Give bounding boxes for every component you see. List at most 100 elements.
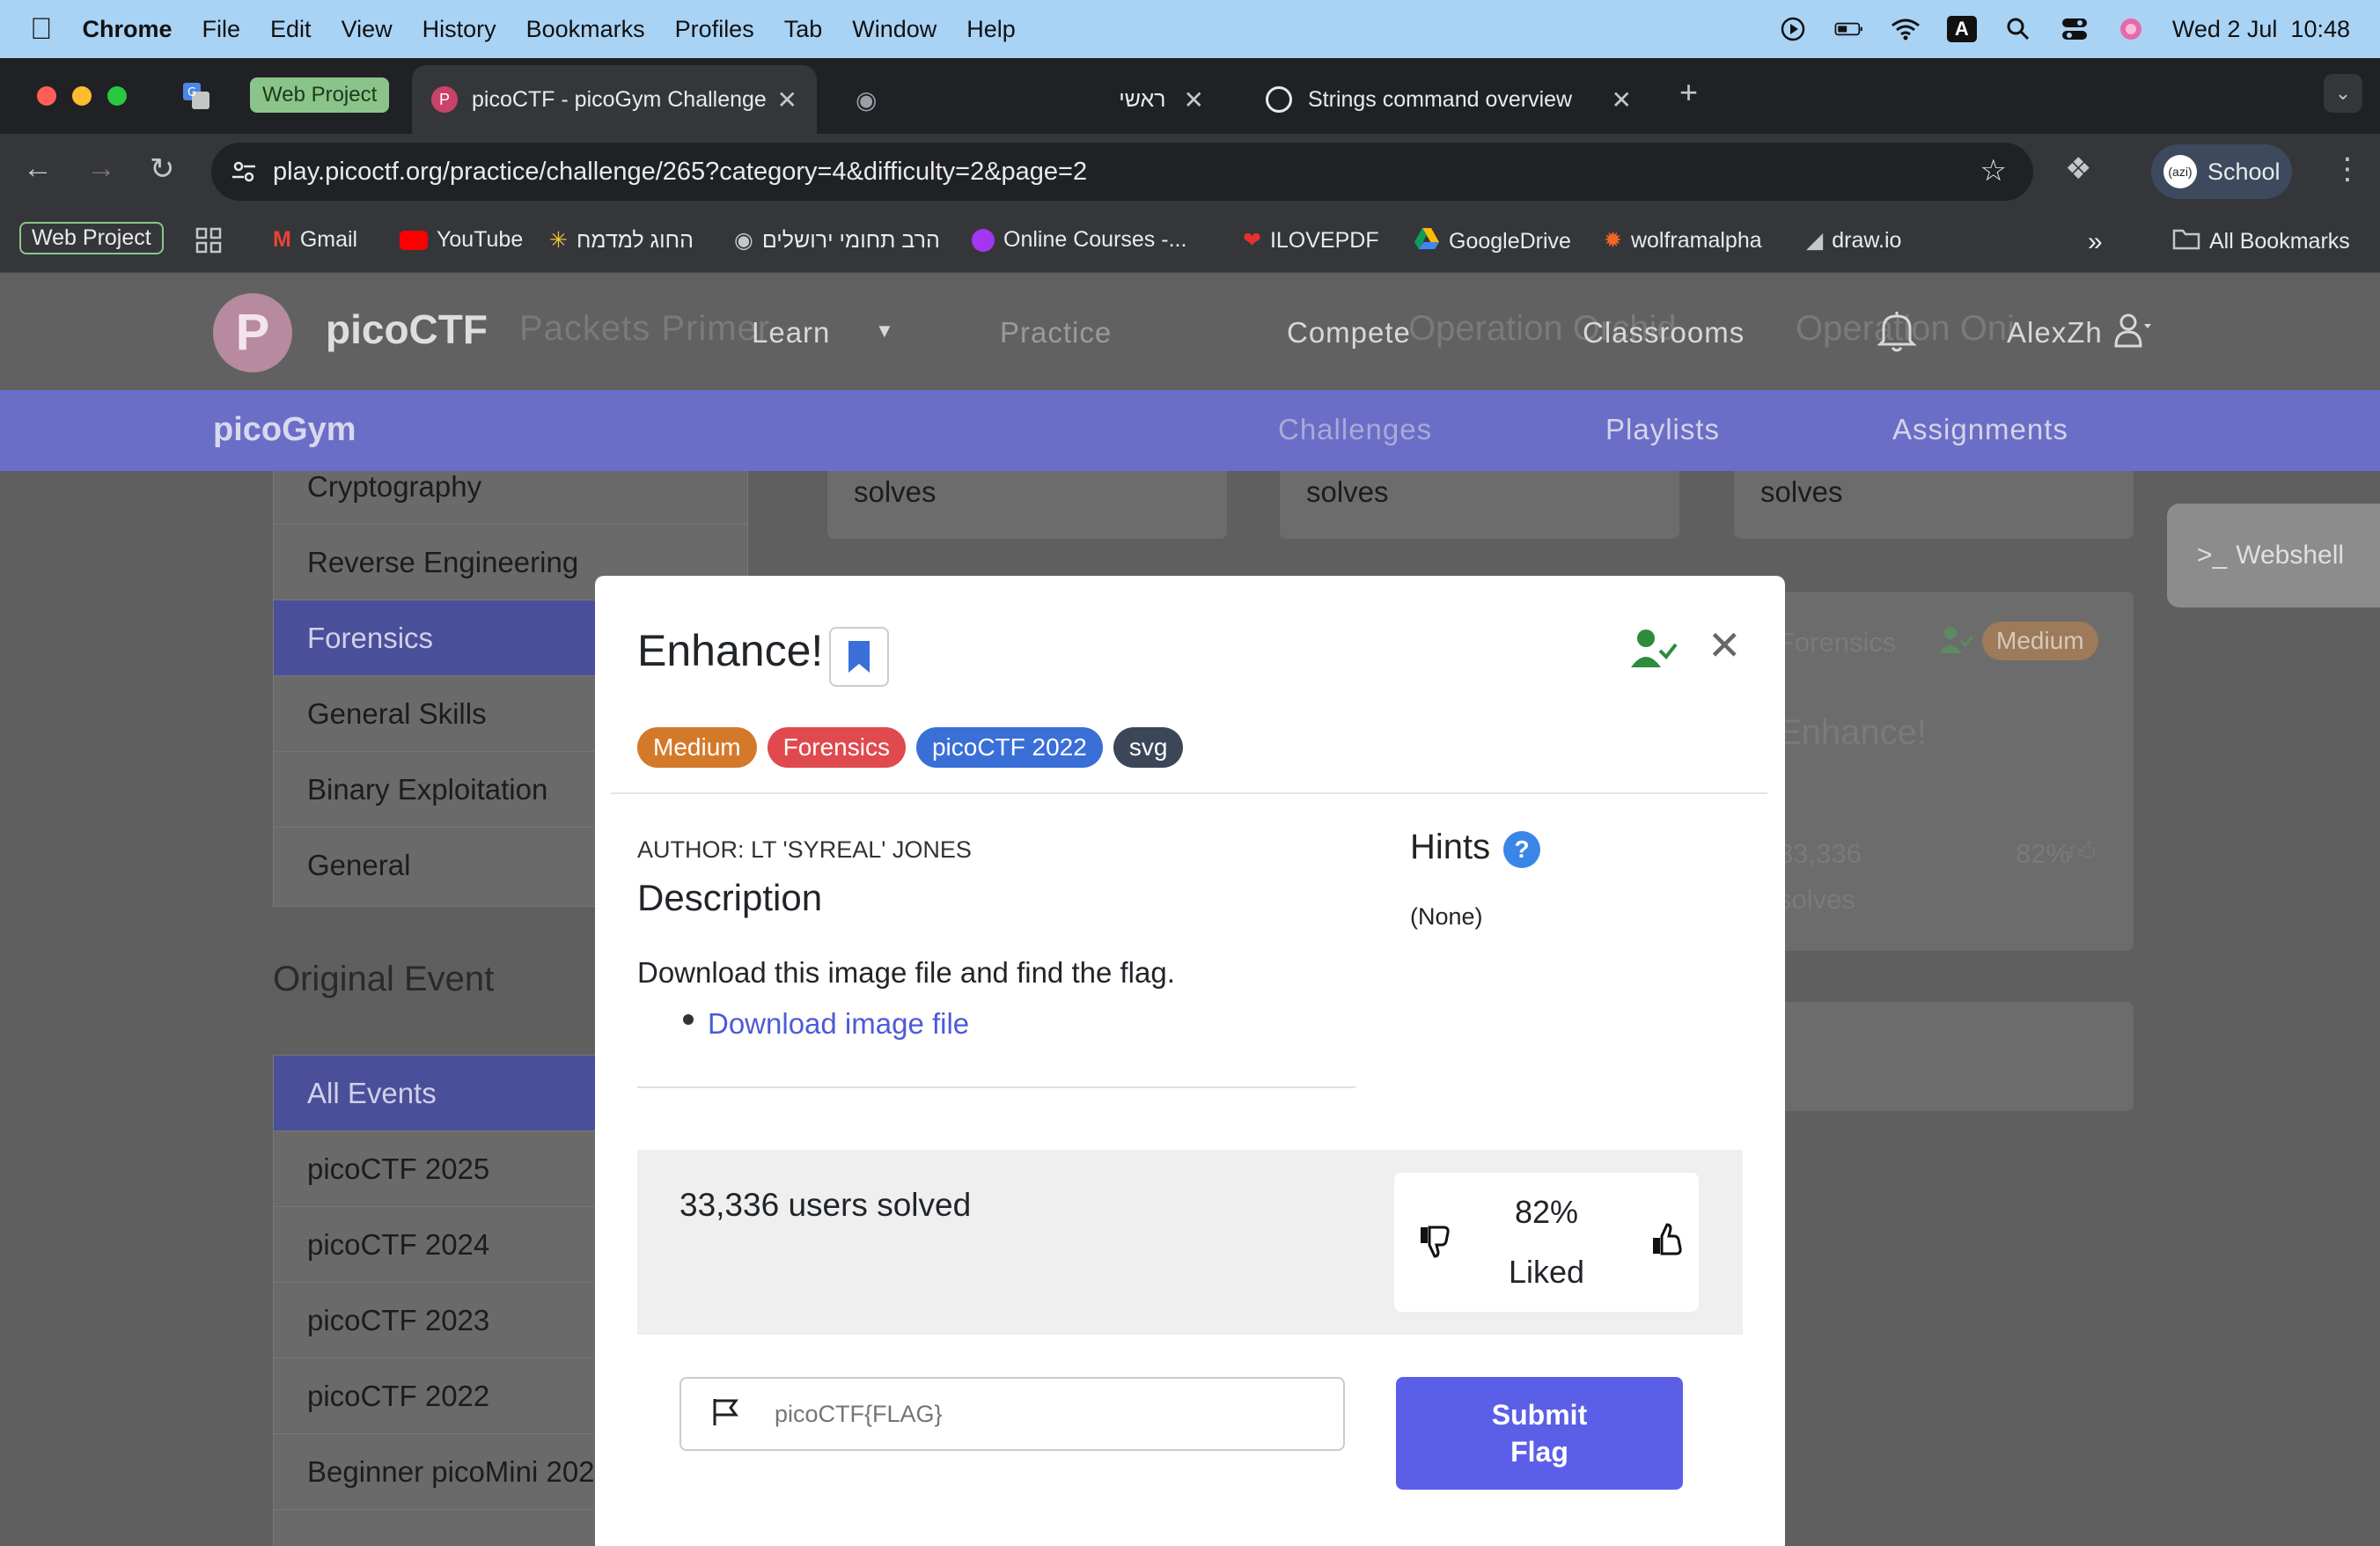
hints-help-icon[interactable]: ?	[1503, 831, 1540, 868]
new-tab-icon[interactable]: +	[1679, 74, 1698, 111]
picoctf-logo-text[interactable]: picoCTF	[326, 306, 488, 353]
profile-button[interactable]: (azi) School	[2151, 144, 2292, 199]
nav-practice[interactable]: Practice	[1000, 316, 1112, 350]
thumbs-up-button[interactable]	[1649, 1222, 1685, 1262]
challenge-card-enhance[interactable]: Forensics Medium Enhance! 33,336 solves …	[1734, 592, 2134, 951]
drawio-icon: ◢	[1806, 228, 1824, 253]
nav-username[interactable]: AlexZh	[2007, 316, 2103, 350]
back-icon[interactable]: ←	[23, 151, 53, 186]
menu-view[interactable]: View	[342, 16, 393, 43]
apps-grid-icon[interactable]	[195, 227, 222, 254]
translate-tab-icon[interactable]: G	[181, 81, 211, 115]
apple-icon[interactable]: 	[30, 12, 53, 47]
menu-history[interactable]: History	[422, 16, 496, 43]
menu-bookmarks[interactable]: Bookmarks	[526, 16, 645, 43]
learn-caret-icon[interactable]: ▼	[875, 320, 894, 342]
bookmark-gmail[interactable]: M Gmail	[273, 227, 357, 253]
card-liked: 82%	[2016, 838, 2071, 869]
profile-avatar: (azi)	[2163, 155, 2197, 188]
tab-close-icon[interactable]: ✕	[777, 85, 797, 114]
url-text[interactable]: play.picoctf.org/practice/challenge/265?…	[273, 158, 1087, 187]
flag-input-group[interactable]	[679, 1377, 1345, 1451]
card-solves-label: solves	[1778, 884, 1855, 915]
bookmark-online-courses[interactable]: Online Courses -...	[972, 227, 1186, 253]
subnav-challenges[interactable]: Challenges	[1278, 413, 1432, 446]
bookmark-hebrew-2[interactable]: ◉ הרב תחומי ירושלים	[734, 227, 940, 254]
picoctf-logo-icon[interactable]: P	[213, 293, 292, 372]
download-image-link[interactable]: Download image file	[708, 1007, 969, 1041]
nav-compete[interactable]: Compete	[1287, 316, 1411, 350]
wifi-icon[interactable]	[1891, 18, 1921, 40]
menu-app-name[interactable]: Chrome	[83, 16, 173, 43]
bookmark-ilovepdf[interactable]: ❤ ILOVEPDF	[1243, 227, 1379, 254]
user-account-icon[interactable]	[2114, 313, 2153, 352]
site-info-icon[interactable]	[231, 158, 257, 192]
tab-close-icon[interactable]: ✕	[1612, 85, 1632, 114]
more-menu-icon[interactable]: ⋮	[2332, 151, 2362, 187]
menu-help[interactable]: Help	[966, 16, 1016, 43]
webshell-button[interactable]: >_ Webshell	[2167, 504, 2380, 607]
bookmark-drawio[interactable]: ◢ draw.io	[1806, 227, 1901, 254]
clock[interactable]: Wed 2 Jul 10:48	[2172, 16, 2350, 43]
bookmark-group-chip[interactable]: Web Project	[19, 222, 164, 254]
stats-panel: 33,336 users solved 82% Liked	[637, 1150, 1743, 1335]
window-minimize-button[interactable]	[72, 86, 92, 106]
picoctf-favicon-icon: P	[431, 86, 458, 113]
bookmark-youtube[interactable]: YouTube	[400, 227, 523, 253]
picogym-brand[interactable]: picoGym	[213, 411, 356, 449]
bookmark-hebrew-1[interactable]: ✳ החוג למדמח	[549, 227, 694, 254]
notifications-bell-icon[interactable]	[1877, 309, 1917, 357]
address-bar[interactable]: play.picoctf.org/practice/challenge/265?…	[211, 143, 2033, 201]
description-text: Download this image file and find the fl…	[637, 956, 1175, 989]
flag-input[interactable]	[775, 1400, 1250, 1428]
subnav-assignments[interactable]: Assignments	[1892, 413, 2068, 446]
bookmark-button[interactable]	[829, 627, 889, 687]
close-modal-icon[interactable]: ✕	[1708, 622, 1742, 669]
menu-edit[interactable]: Edit	[270, 16, 312, 43]
original-event-heading: Original Event	[273, 960, 495, 998]
forward-icon[interactable]: →	[86, 151, 116, 186]
siri-icon[interactable]	[2116, 18, 2146, 40]
menu-profiles[interactable]: Profiles	[675, 16, 754, 43]
bookmark-label: YouTube	[437, 227, 524, 252]
menu-window[interactable]: Window	[852, 16, 937, 43]
tab-close-icon[interactable]: ✕	[1184, 85, 1204, 114]
spotlight-search-icon[interactable]	[2003, 18, 2033, 40]
youtube-icon	[400, 230, 428, 250]
tab-search-chevron-icon[interactable]: ⌄	[2324, 74, 2362, 113]
menu-file[interactable]: File	[202, 16, 241, 43]
tab-hebrew[interactable]: ◉ ראשי ✕	[836, 65, 1223, 134]
bookmarks-overflow-icon[interactable]: »	[2088, 227, 2103, 257]
hints-value: (None)	[1410, 903, 1483, 930]
bookmark-label: ILOVEPDF	[1269, 227, 1379, 253]
all-bookmarks[interactable]: All Bookmarks	[2172, 227, 2350, 256]
udemy-icon	[972, 228, 995, 252]
menu-tab[interactable]: Tab	[784, 16, 823, 43]
nav-classrooms[interactable]: Classrooms	[1583, 316, 1745, 350]
bookmark-wolframalpha[interactable]: ✹ wolframalpha	[1604, 227, 1762, 254]
subnav-playlists[interactable]: Playlists	[1605, 413, 1720, 446]
bg-card-text-behind-nav: Packets Primer	[519, 309, 771, 348]
tab-group-chip[interactable]: Web Project	[250, 77, 390, 113]
reload-icon[interactable]: ↻	[150, 151, 175, 187]
nav-learn[interactable]: Learn	[752, 316, 830, 350]
challenge-tags: Medium Forensics picoCTF 2022 svg	[637, 727, 1194, 768]
bookmark-label: החוג למדמח	[576, 227, 694, 253]
input-source-icon[interactable]: A	[1946, 16, 1977, 42]
solved-user-icon	[1938, 625, 1974, 659]
battery-icon[interactable]	[1834, 18, 1864, 40]
card-solves-label: solves	[854, 475, 937, 508]
play-icon[interactable]	[1778, 17, 1808, 41]
submit-flag-button[interactable]: Submit Flag	[1396, 1377, 1683, 1490]
bookmark-star-icon[interactable]: ☆	[1980, 153, 2007, 188]
tab-picoctf[interactable]: P picoCTF - picoGym Challenge ✕	[412, 65, 817, 134]
bookmark-label: הרב תחומי ירושלים	[761, 227, 940, 253]
window-close-button[interactable]	[37, 86, 56, 106]
control-center-icon[interactable]	[2060, 18, 2090, 40]
thumbs-up-icon	[1653, 1223, 1682, 1255]
mac-menu-bar:  Chrome File Edit View History Bookmark…	[0, 0, 2380, 58]
bookmark-googledrive[interactable]: GoogleDrive	[1414, 227, 1571, 256]
extensions-icon[interactable]: ❖	[2065, 151, 2091, 187]
window-zoom-button[interactable]	[107, 86, 127, 106]
tab-strings[interactable]: Strings command overview ✕	[1246, 65, 1651, 134]
